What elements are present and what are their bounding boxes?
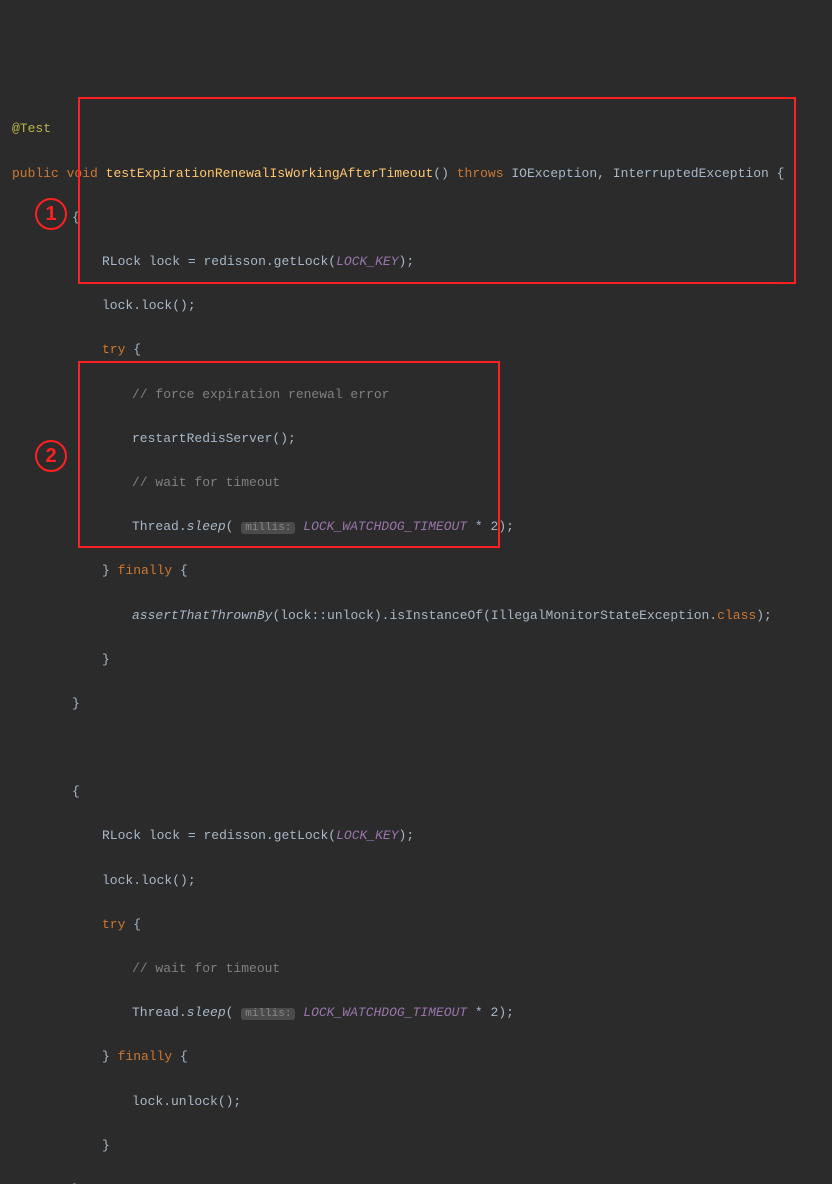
blank-line [12,737,820,759]
code-line: { [12,781,820,803]
annotation-circle-1: 1 [35,198,67,230]
code-line: RLock lock = redisson.getLock(LOCK_KEY); [12,825,820,847]
code-line: // force expiration renewal error [12,384,820,406]
code-line: } [12,1135,820,1157]
code-line: @Test [12,118,820,140]
code-line: lock.lock(); [12,870,820,892]
code-line: } [12,1179,820,1184]
annotation-circle-2: 2 [35,440,67,472]
code-line: restartRedisServer(); [12,428,820,450]
param-hint: millis: [241,1008,295,1020]
code-line: { [12,207,820,229]
code-line: } [12,649,820,671]
code-line: lock.lock(); [12,295,820,317]
annotation-test: @Test [12,121,51,136]
param-hint: millis: [241,522,295,534]
code-line: } [12,693,820,715]
code-line: try { [12,914,820,936]
code-line: try { [12,339,820,361]
code-line: assertThatThrownBy(lock::unlock).isInsta… [12,605,820,627]
code-line: lock.unlock(); [12,1091,820,1113]
code-line: RLock lock = redisson.getLock(LOCK_KEY); [12,251,820,273]
code-line: public void testExpirationRenewalIsWorki… [12,163,820,185]
code-line: } finally { [12,1046,820,1068]
code-editor: @Test public void testExpirationRenewalI… [12,96,820,1184]
code-line: // wait for timeout [12,472,820,494]
method-name: testExpirationRenewalIsWorkingAfterTimeo… [106,166,434,181]
code-line: Thread.sleep( millis: LOCK_WATCHDOG_TIME… [12,1002,820,1024]
code-line: Thread.sleep( millis: LOCK_WATCHDOG_TIME… [12,516,820,538]
code-line: } finally { [12,560,820,582]
code-line: // wait for timeout [12,958,820,980]
